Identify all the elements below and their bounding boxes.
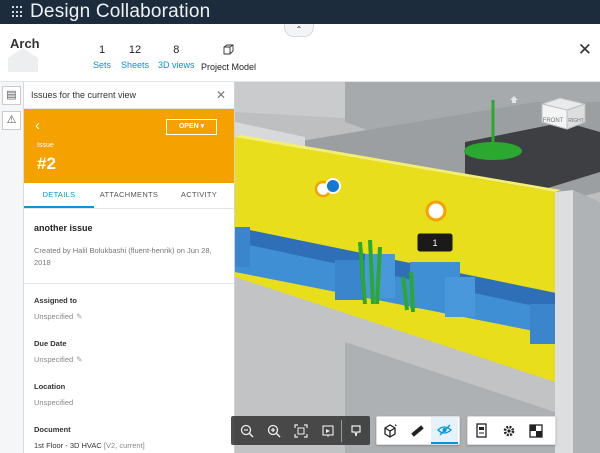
explode-icon[interactable] xyxy=(522,417,549,444)
settings-icon[interactable] xyxy=(495,417,522,444)
field-location: Location Unspecified xyxy=(34,382,74,407)
zoom-in-icon[interactable] xyxy=(260,417,287,444)
edit-pencil-icon[interactable]: ✎ xyxy=(76,355,82,364)
markup-icon[interactable] xyxy=(342,417,369,444)
tab-attachments[interactable]: ATTACHMENTS xyxy=(94,183,164,208)
model-tools-toolbar xyxy=(376,416,460,445)
stat-project-model[interactable]: Project Model xyxy=(201,44,256,72)
status-dropdown[interactable]: OPEN ▾ xyxy=(166,119,217,135)
settings-toolbar xyxy=(467,416,556,445)
close-panel-icon[interactable]: ✕ xyxy=(216,88,226,102)
fit-to-view-icon[interactable] xyxy=(287,417,314,444)
tab-activity[interactable]: ACTIVITY xyxy=(164,183,234,208)
field-document: Document 1st Floor - 3D HVAC [V2, curren… xyxy=(34,425,145,450)
issue-title[interactable]: another issue xyxy=(34,223,224,233)
edit-pencil-icon[interactable]: ✎ xyxy=(76,312,82,321)
cube-outline-icon xyxy=(201,44,256,58)
measure-icon[interactable] xyxy=(404,417,431,444)
properties-icon[interactable] xyxy=(468,417,495,444)
model-browser-icon[interactable] xyxy=(377,417,404,444)
app-title: Design Collaboration xyxy=(30,1,211,22)
issues-panel: Issues for the current view ✕ ‹ OPEN ▾ I… xyxy=(24,82,235,453)
issue-tabs: DETAILS ATTACHMENTS ACTIVITY xyxy=(24,183,234,209)
issue-created-by: Created by Halil Bolukbashi (fluent-henr… xyxy=(34,246,212,267)
field-assigned-to: Assigned to Unspecified ✎ xyxy=(34,296,83,321)
sheet-list-icon[interactable]: ▤ xyxy=(2,86,21,105)
issue-summary-banner: ‹ OPEN ▾ Issue #2 xyxy=(24,109,234,183)
issue-label: Issue xyxy=(37,142,54,149)
close-icon[interactable]: ✕ xyxy=(578,40,592,60)
model-scene: 1 FRONT RIGHT xyxy=(235,82,600,453)
field-due-date: Due Date Unspecified ✎ xyxy=(34,339,83,364)
svg-text:FRONT: FRONT xyxy=(543,118,564,124)
issue-description: another issue Created by Halil Bolukbash… xyxy=(24,223,234,284)
svg-text:RIGHT: RIGHT xyxy=(568,118,584,124)
project-name: Arch xyxy=(10,36,40,51)
stat-3d-views[interactable]: 8 3D views xyxy=(158,44,195,70)
app-topbar: Design Collaboration xyxy=(0,0,600,24)
fullscreen-icon[interactable] xyxy=(314,417,341,444)
tab-details[interactable]: DETAILS xyxy=(24,183,94,208)
zoom-out-icon[interactable] xyxy=(233,417,260,444)
back-chevron-icon[interactable]: ‹ xyxy=(35,117,40,134)
issue-pin-count: 1 xyxy=(432,238,437,248)
navigation-toolbar xyxy=(231,416,370,445)
issues-warning-icon[interactable]: ⚠ xyxy=(2,111,21,130)
section-icon[interactable] xyxy=(431,417,458,444)
stat-sets[interactable]: 1 Sets xyxy=(93,44,111,70)
app-grid-icon[interactable] xyxy=(12,6,24,18)
collapse-header-toggle[interactable]: ⌃ xyxy=(284,24,314,37)
issue-pin-selected[interactable] xyxy=(425,200,447,222)
issues-panel-header: Issues for the current view ✕ xyxy=(24,82,234,109)
left-rail: ▤ ⚠ xyxy=(0,82,24,453)
issue-number: #2 xyxy=(37,154,56,173)
model-viewport[interactable]: 1 FRONT RIGHT xyxy=(235,82,600,453)
issue-pin-blue[interactable] xyxy=(325,178,341,194)
stat-sheets[interactable]: 12 Sheets xyxy=(121,44,149,70)
